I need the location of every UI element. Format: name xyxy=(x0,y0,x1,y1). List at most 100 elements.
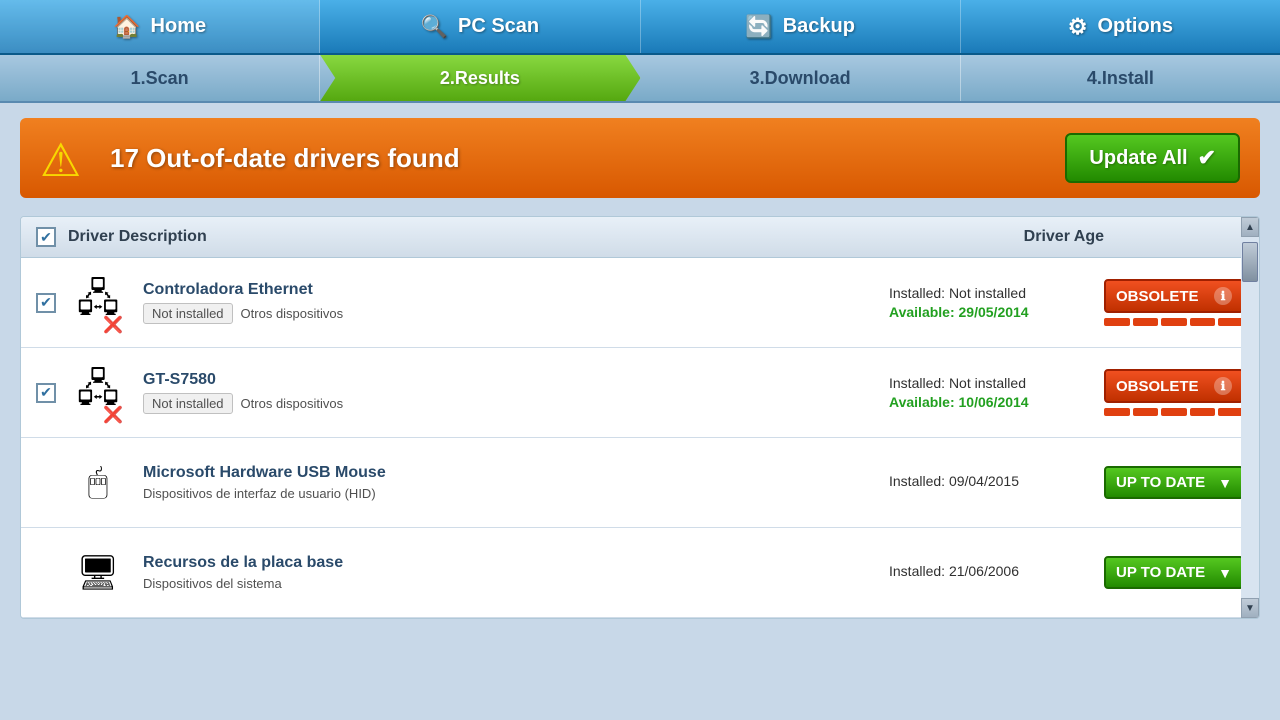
header-description: Driver Description xyxy=(68,228,1024,246)
driver-dates-gt: Installed: Not installed Available: 10/0… xyxy=(889,375,1089,410)
tag-not-installed-ethernet: Not installed xyxy=(143,303,233,324)
bar2 xyxy=(1133,408,1159,416)
driver-icon-area-mb: 🖥 xyxy=(68,553,128,593)
status-uptodate-mb[interactable]: UP TO DATE ▼ xyxy=(1104,556,1244,589)
driver-status-gt: OBSOLETE ℹ xyxy=(1104,369,1244,416)
scroll-thumb[interactable] xyxy=(1242,242,1258,282)
driver-table: ✔ Driver Description Driver Age ✔ 🖧 ❌ Co… xyxy=(20,216,1260,619)
nav-backup-label: Backup xyxy=(783,15,855,38)
status-uptodate-usb[interactable]: UP TO DATE ▼ xyxy=(1104,466,1244,499)
step-results[interactable]: 2.Results xyxy=(320,55,640,101)
driver-name-ethernet: Controladora Ethernet xyxy=(143,281,889,299)
driver-status-ethernet: OBSOLETE ℹ xyxy=(1104,279,1244,326)
status-obsolete-gt[interactable]: OBSOLETE ℹ xyxy=(1104,369,1244,403)
nav-home-label: Home xyxy=(151,15,207,38)
driver-icon-area-usb: 🖱 xyxy=(68,463,128,502)
bar4 xyxy=(1190,408,1216,416)
driver-status-mb: UP TO DATE ▼ xyxy=(1104,556,1244,589)
update-all-label: Update All xyxy=(1089,147,1187,170)
scroll-up-button[interactable]: ▲ xyxy=(1241,217,1259,237)
info-icon-gt: ℹ xyxy=(1214,377,1232,395)
table-row: ✔ 🖧 ❌ GT-S7580 Not installed Otros dispo… xyxy=(21,348,1259,438)
tag-category-usb: Dispositivos de interfaz de usuario (HID… xyxy=(143,486,376,501)
nav-options[interactable]: ⚙ Options xyxy=(961,0,1280,53)
tag-category-ethernet: Otros dispositivos xyxy=(241,306,344,321)
select-all-checkbox[interactable]: ✔ xyxy=(36,227,56,247)
driver-name-gt: GT-S7580 xyxy=(143,371,889,389)
warning-icon xyxy=(40,133,95,183)
obsolete-bars-gt xyxy=(1104,408,1244,416)
bar3 xyxy=(1161,318,1187,326)
driver-tags-ethernet: Not installed Otros dispositivos xyxy=(143,303,889,324)
step-install[interactable]: 4.Install xyxy=(961,55,1280,101)
scrollbar: ▲ ▼ xyxy=(1241,217,1259,618)
scroll-track xyxy=(1241,237,1259,598)
status-obsolete-ethernet[interactable]: OBSOLETE ℹ xyxy=(1104,279,1244,313)
tag-category-mb: Dispositivos del sistema xyxy=(143,576,282,591)
driver-info-gt: GT-S7580 Not installed Otros dispositivo… xyxy=(143,371,889,414)
home-icon: 🏠 xyxy=(113,14,140,40)
update-all-button[interactable]: Update All ✔ xyxy=(1065,133,1240,183)
available-gt: Available: 10/06/2014 xyxy=(889,394,1089,410)
info-icon-ethernet: ℹ xyxy=(1214,287,1232,305)
driver-info-ethernet: Controladora Ethernet Not installed Otro… xyxy=(143,281,889,324)
table-header: ✔ Driver Description Driver Age xyxy=(21,217,1259,258)
steps-bar: 1.Scan 2.Results 3.Download 4.Install xyxy=(0,55,1280,103)
driver-dates-mb: Installed: 21/06/2006 xyxy=(889,563,1089,582)
options-icon: ⚙ xyxy=(1068,14,1088,40)
driver-info-usb: Microsoft Hardware USB Mouse Dispositivo… xyxy=(143,464,889,501)
table-row: 🖱 Microsoft Hardware USB Mouse Dispositi… xyxy=(21,438,1259,528)
driver-dates-ethernet: Installed: Not installed Available: 29/0… xyxy=(889,285,1089,320)
checkmark-icon: ✔ xyxy=(1198,145,1216,171)
table-row: 🖥 Recursos de la placa base Dispositivos… xyxy=(21,528,1259,618)
usb-icon: 🖱 xyxy=(88,463,108,502)
chevron-down-icon-usb: ▼ xyxy=(1218,475,1232,491)
available-ethernet: Available: 29/05/2014 xyxy=(889,304,1089,320)
top-navigation: 🏠 Home 🔍 PC Scan 🔄 Backup ⚙ Options xyxy=(0,0,1280,55)
scroll-down-button[interactable]: ▼ xyxy=(1241,598,1259,618)
bar1 xyxy=(1104,408,1130,416)
alert-banner: 17 Out-of-date drivers found Update All … xyxy=(20,118,1260,198)
driver-tags-mb: Dispositivos del sistema xyxy=(143,576,889,591)
driver-tags-gt: Not installed Otros dispositivos xyxy=(143,393,889,414)
installed-usb: Installed: 09/04/2015 xyxy=(889,473,1089,489)
nav-options-label: Options xyxy=(1097,15,1173,38)
tag-not-installed-gt: Not installed xyxy=(143,393,233,414)
driver-status-usb: UP TO DATE ▼ xyxy=(1104,466,1244,499)
header-age: Driver Age xyxy=(1024,228,1104,246)
motherboard-icon: 🖥 xyxy=(76,553,119,593)
main-content: 17 Out-of-date drivers found Update All … xyxy=(0,103,1280,634)
step-download[interactable]: 3.Download xyxy=(641,55,961,101)
tag-category-gt: Otros dispositivos xyxy=(241,396,344,411)
chevron-down-icon-mb: ▼ xyxy=(1218,565,1232,581)
nav-pc-scan[interactable]: 🔍 PC Scan xyxy=(320,0,640,53)
driver-tags-usb: Dispositivos de interfaz de usuario (HID… xyxy=(143,486,889,501)
row-checkbox-gt[interactable]: ✔ xyxy=(36,383,56,403)
driver-icon-area-gt: 🖧 ❌ xyxy=(68,360,128,425)
alert-left: 17 Out-of-date drivers found xyxy=(40,133,460,183)
nav-backup[interactable]: 🔄 Backup xyxy=(641,0,961,53)
bar4 xyxy=(1190,318,1216,326)
scan-icon: 🔍 xyxy=(421,14,448,40)
driver-name-mb: Recursos de la placa base xyxy=(143,554,889,572)
alert-message: 17 Out-of-date drivers found xyxy=(110,143,460,174)
error-dot-gt: ❌ xyxy=(103,405,123,425)
driver-icon-area-ethernet: 🖧 ❌ xyxy=(68,270,128,335)
nav-home[interactable]: 🏠 Home xyxy=(0,0,320,53)
bar2 xyxy=(1133,318,1159,326)
backup-icon: 🔄 xyxy=(745,14,772,40)
table-row: ✔ 🖧 ❌ Controladora Ethernet Not installe… xyxy=(21,258,1259,348)
installed-gt: Installed: Not installed xyxy=(889,375,1089,391)
obsolete-bars-ethernet xyxy=(1104,318,1244,326)
driver-name-usb: Microsoft Hardware USB Mouse xyxy=(143,464,889,482)
bar3 xyxy=(1161,408,1187,416)
driver-info-mb: Recursos de la placa base Dispositivos d… xyxy=(143,554,889,591)
error-dot-ethernet: ❌ xyxy=(103,315,123,335)
bar1 xyxy=(1104,318,1130,326)
row-checkbox-ethernet[interactable]: ✔ xyxy=(36,293,56,313)
driver-dates-usb: Installed: 09/04/2015 xyxy=(889,473,1089,492)
step-scan[interactable]: 1.Scan xyxy=(0,55,320,101)
installed-mb: Installed: 21/06/2006 xyxy=(889,563,1089,579)
nav-pcscan-label: PC Scan xyxy=(458,15,539,38)
installed-ethernet: Installed: Not installed xyxy=(889,285,1089,301)
